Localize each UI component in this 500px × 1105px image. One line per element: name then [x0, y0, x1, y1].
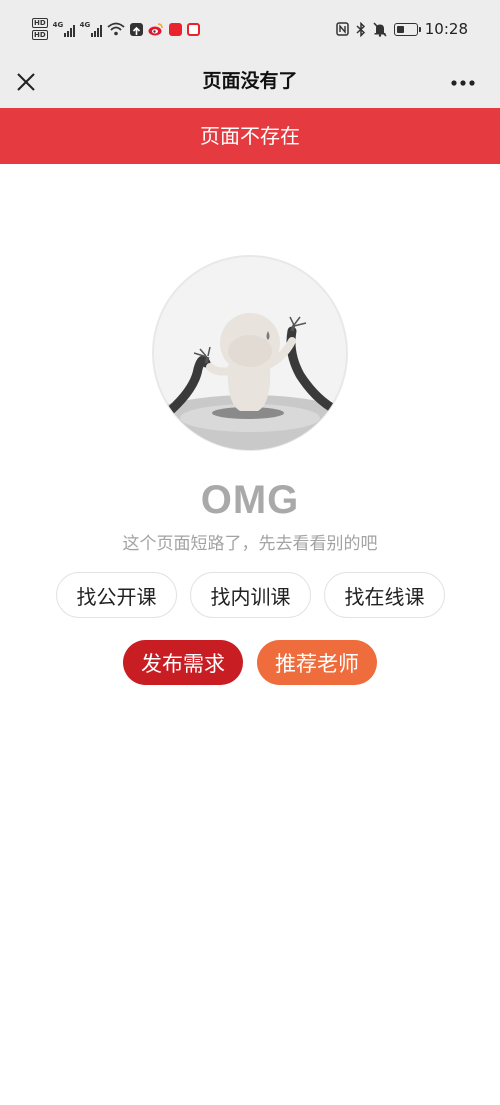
error-subtitle: 这个页面短路了，先去看看别的吧 — [122, 534, 378, 554]
news-app-icon — [168, 22, 182, 36]
open-course-link[interactable]: 找公开课 — [56, 572, 177, 618]
upload-icon — [129, 22, 143, 36]
action-buttons: 发布需求 推荐老师 — [123, 640, 377, 685]
page-header: 页面不存在 — [0, 108, 500, 164]
more-button[interactable] — [448, 68, 478, 98]
bluetooth-icon — [356, 21, 365, 37]
page-title: 页面没有了 — [202, 70, 298, 92]
hd-icon: HD — [32, 30, 48, 40]
cell-signal-icon: 4G — [53, 21, 75, 37]
hd-icon: HD — [32, 18, 48, 28]
nfc-icon — [336, 22, 349, 36]
hd-indicators: HD HD — [32, 18, 48, 40]
network-type-label: 4G — [52, 21, 64, 29]
course-links: 找公开课 找内训课 找在线课 — [56, 572, 445, 618]
network-type-label: 4G — [79, 21, 91, 29]
wifi-icon — [107, 22, 125, 36]
inhouse-course-link[interactable]: 找内训课 — [190, 572, 311, 618]
error-heading: OMG — [200, 478, 300, 522]
online-course-link[interactable]: 找在线课 — [324, 572, 445, 618]
cell-signal-icon: 4G — [80, 21, 102, 37]
recommend-teacher-button[interactable]: 推荐老师 — [257, 640, 377, 685]
notes-app-icon — [186, 22, 200, 36]
clock: 10:28 — [424, 20, 468, 38]
battery-icon — [393, 22, 421, 36]
status-bar: HD HD 4G 4G 10:28 — [0, 0, 500, 62]
weibo-icon — [148, 23, 163, 36]
status-left: HD HD 4G 4G — [32, 18, 200, 40]
broken-cable-illustration — [152, 255, 348, 451]
post-request-button[interactable]: 发布需求 — [123, 640, 243, 685]
status-right: 10:28 — [336, 20, 468, 38]
mute-icon — [373, 21, 387, 37]
more-icon — [451, 80, 475, 86]
nav-bar: 页面没有了 — [0, 62, 500, 108]
